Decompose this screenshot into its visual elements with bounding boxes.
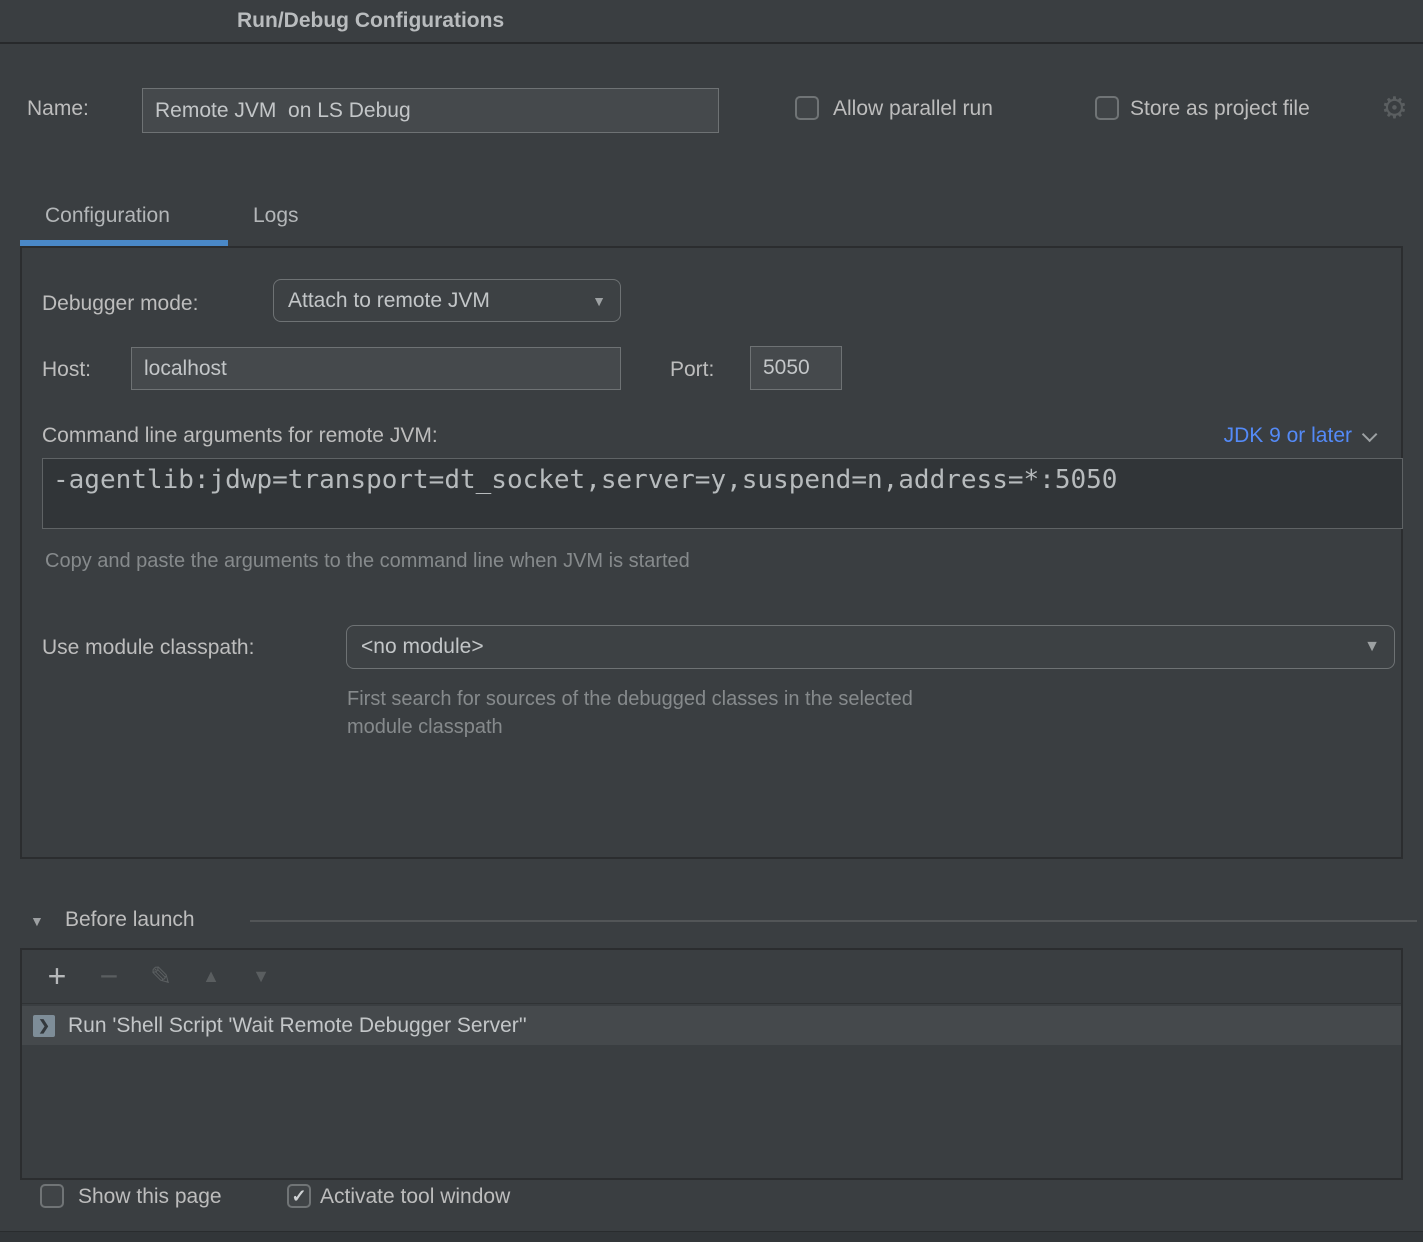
debugger-mode-select[interactable]: Attach to remote JVM ▼: [273, 279, 621, 322]
name-label: Name:: [27, 97, 89, 121]
add-button[interactable]: +: [40, 958, 74, 995]
module-classpath-label: Use module classpath:: [42, 636, 254, 660]
chevron-down-icon: ▼: [592, 294, 606, 308]
before-launch-title: Before launch: [65, 908, 195, 932]
checkmark-icon: ✓: [291, 1186, 306, 1207]
tab-configuration[interactable]: Configuration: [45, 204, 170, 228]
before-launch-panel: + − ✎ ▲ ▼ ❯ Run 'Shell Script 'Wait Remo…: [20, 948, 1403, 1180]
shell-script-run-icon: ❯: [33, 1015, 55, 1037]
configuration-panel: Debugger mode: Attach to remote JVM ▼ Ho…: [20, 246, 1403, 859]
allow-parallel-label[interactable]: Allow parallel run: [833, 97, 993, 121]
move-down-button[interactable]: ▼: [244, 966, 278, 987]
cmd-args-label: Command line arguments for remote JVM:: [42, 424, 438, 448]
module-classpath-select[interactable]: <no module> ▼: [346, 625, 1395, 669]
host-input[interactable]: [131, 347, 621, 390]
dialog-title: Run/Debug Configurations: [237, 0, 504, 42]
before-launch-divider: [250, 920, 1417, 922]
gear-glyph: ⚙: [1381, 92, 1408, 125]
show-this-page-checkbox[interactable]: [40, 1184, 64, 1208]
move-up-button[interactable]: ▲: [194, 966, 228, 987]
dialog-bottom-strip: [0, 1231, 1423, 1242]
edit-button[interactable]: ✎: [144, 961, 178, 992]
dialog-titlebar: Run/Debug Configurations: [0, 0, 1423, 44]
before-launch-task-row[interactable]: ❯ Run 'Shell Script 'Wait Remote Debugge…: [22, 1006, 1401, 1045]
debugger-mode-value: Attach to remote JVM: [288, 289, 490, 313]
remove-button[interactable]: −: [92, 958, 126, 995]
chevron-down-icon: [1362, 426, 1378, 442]
port-label: Port:: [670, 358, 714, 382]
gear-icon[interactable]: ⚙ ▾: [1381, 94, 1423, 124]
cmd-args-field[interactable]: -agentlib:jdwp=transport=dt_socket,serve…: [42, 458, 1403, 529]
module-classpath-value: <no module>: [361, 635, 484, 659]
before-launch-collapse-icon[interactable]: ▼: [30, 913, 44, 929]
jdk-version-link: JDK 9 or later: [1224, 424, 1352, 448]
jdk-version-dropdown[interactable]: JDK 9 or later: [1224, 424, 1373, 448]
before-launch-task-label: Run 'Shell Script 'Wait Remote Debugger …: [68, 1014, 527, 1038]
show-this-page-label[interactable]: Show this page: [78, 1185, 222, 1209]
name-input[interactable]: [142, 88, 719, 133]
run-chevron-glyph: ❯: [38, 1017, 50, 1034]
module-classpath-hint-line2: module classpath: [347, 716, 503, 739]
allow-parallel-checkbox[interactable]: [795, 96, 819, 120]
module-classpath-hint-line1: First search for sources of the debugged…: [347, 688, 913, 711]
chevron-down-icon: ▼: [1364, 639, 1380, 655]
store-project-label[interactable]: Store as project file: [1130, 97, 1310, 121]
host-label: Host:: [42, 358, 91, 382]
store-project-checkbox[interactable]: [1095, 96, 1119, 120]
cmd-args-hint: Copy and paste the arguments to the comm…: [45, 550, 690, 573]
activate-tool-window-label[interactable]: Activate tool window: [320, 1185, 510, 1209]
debugger-mode-label: Debugger mode:: [42, 292, 198, 316]
port-input[interactable]: [750, 346, 842, 390]
tab-logs[interactable]: Logs: [253, 204, 299, 228]
before-launch-toolbar: + − ✎ ▲ ▼: [22, 950, 1401, 1004]
activate-tool-window-checkbox[interactable]: ✓: [287, 1184, 311, 1208]
